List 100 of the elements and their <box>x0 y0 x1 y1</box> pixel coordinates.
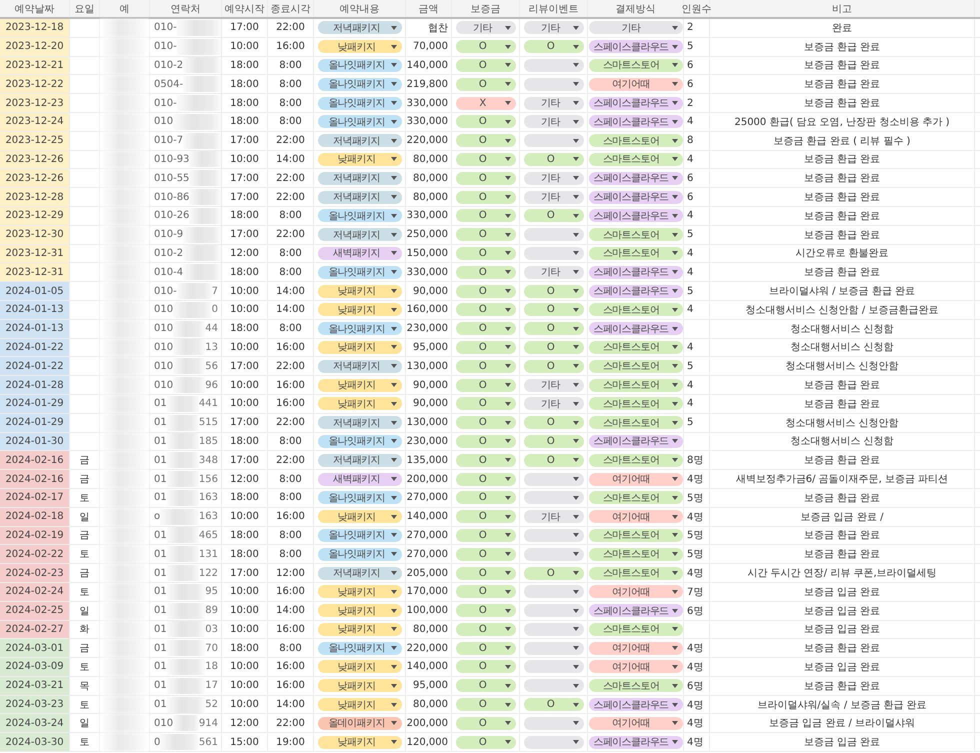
dropdown-chip[interactable]: 스페이스클라우드 <box>588 40 682 54</box>
dropdown-chip[interactable]: 저녁패키지 <box>318 134 402 148</box>
dropdown-chip[interactable]: O <box>456 679 516 692</box>
dropdown-chip[interactable]: 스마트스토어 <box>588 548 682 561</box>
dropdown-chip[interactable]: 기타 <box>524 397 584 410</box>
dropdown-chip[interactable]: 여기어때 <box>588 585 682 598</box>
dropdown-chip[interactable]: O <box>524 454 584 467</box>
dropdown-chip[interactable]: O <box>456 322 516 336</box>
dropdown-chip[interactable]: O <box>456 152 516 166</box>
dropdown-chip[interactable]: O <box>456 491 516 504</box>
dropdown-chip[interactable]: O <box>456 209 516 222</box>
dropdown-chip[interactable]: 기타 <box>588 21 682 34</box>
dropdown-chip[interactable]: O <box>524 566 584 580</box>
dropdown-chip[interactable]: 올나잇패키지 <box>318 548 402 561</box>
dropdown-chip[interactable]: O <box>456 528 516 542</box>
dropdown-chip[interactable]: 저녁패키지 <box>318 454 402 467</box>
dropdown-chip[interactable]: O <box>456 40 516 54</box>
dropdown-chip[interactable]: 스마트스토어 <box>588 360 682 373</box>
dropdown-chip[interactable]: 올나잇패키지 <box>318 322 402 336</box>
dropdown-chip[interactable]: O <box>524 322 584 336</box>
dropdown-chip[interactable]: O <box>524 209 584 222</box>
dropdown-chip[interactable] <box>524 716 584 730</box>
dropdown-chip[interactable]: 저녁패키지 <box>318 190 402 204</box>
dropdown-chip[interactable] <box>524 622 584 636</box>
dropdown-chip[interactable]: 스페이스클라우드 <box>588 604 682 618</box>
dropdown-chip[interactable]: 낮패키지 <box>318 736 402 749</box>
dropdown-chip[interactable]: 여기어때 <box>588 510 682 524</box>
dropdown-chip[interactable]: O <box>456 228 516 242</box>
dropdown-chip[interactable]: 스페이스클라우드 <box>588 172 682 185</box>
dropdown-chip[interactable]: O <box>524 698 584 712</box>
dropdown-chip[interactable]: O <box>456 566 516 580</box>
dropdown-chip[interactable]: O <box>456 660 516 674</box>
dropdown-chip[interactable]: 스페이스클라우드 <box>588 209 682 222</box>
dropdown-chip[interactable]: 스마트스토어 <box>588 152 682 166</box>
dropdown-chip[interactable]: 스페이스클라우드 <box>588 322 682 336</box>
dropdown-chip[interactable]: 올나잇패키지 <box>318 434 402 448</box>
dropdown-chip[interactable]: 기타 <box>524 190 584 204</box>
dropdown-chip[interactable]: O <box>456 58 516 72</box>
dropdown-chip[interactable]: O <box>456 378 516 392</box>
dropdown-chip[interactable]: O <box>456 360 516 373</box>
dropdown-chip[interactable]: 여기어때 <box>588 642 682 655</box>
dropdown-chip[interactable] <box>524 548 584 561</box>
dropdown-chip[interactable]: 스페이스클라우드 <box>588 96 682 110</box>
dropdown-chip[interactable]: 올데이패키지 <box>318 716 402 730</box>
dropdown-chip[interactable]: O <box>456 134 516 148</box>
dropdown-chip[interactable]: O <box>524 360 584 373</box>
dropdown-chip[interactable]: 스마트스토어 <box>588 228 682 242</box>
dropdown-chip[interactable]: 스마트스토어 <box>588 246 682 260</box>
dropdown-chip[interactable]: 기타 <box>456 21 516 34</box>
dropdown-chip[interactable] <box>524 472 584 486</box>
dropdown-chip[interactable]: 올나잇패키지 <box>318 642 402 655</box>
dropdown-chip[interactable]: 스마트스토어 <box>588 454 682 467</box>
dropdown-chip[interactable]: 낮패키지 <box>318 284 402 298</box>
dropdown-chip[interactable] <box>524 679 584 692</box>
dropdown-chip[interactable] <box>524 642 584 655</box>
dropdown-chip[interactable]: 올나잇패키지 <box>318 528 402 542</box>
dropdown-chip[interactable]: 여기어때 <box>588 716 682 730</box>
dropdown-chip[interactable]: O <box>456 698 516 712</box>
dropdown-chip[interactable]: 스마트스토어 <box>588 491 682 504</box>
dropdown-chip[interactable]: 기타 <box>524 266 584 279</box>
dropdown-chip[interactable]: 기타 <box>524 21 584 34</box>
dropdown-chip[interactable] <box>524 604 584 618</box>
dropdown-chip[interactable]: O <box>456 736 516 749</box>
dropdown-chip[interactable]: O <box>524 434 584 448</box>
dropdown-chip[interactable]: 저녁패키지 <box>318 566 402 580</box>
dropdown-chip[interactable]: 낮패키지 <box>318 510 402 524</box>
dropdown-chip[interactable]: X <box>456 96 516 110</box>
dropdown-chip[interactable]: 낮패키지 <box>318 397 402 410</box>
dropdown-chip[interactable]: 저녁패키지 <box>318 360 402 373</box>
dropdown-chip[interactable]: 낮패키지 <box>318 585 402 598</box>
dropdown-chip[interactable]: 스마트스토어 <box>588 679 682 692</box>
dropdown-chip[interactable]: 낮패키지 <box>318 698 402 712</box>
dropdown-chip[interactable]: O <box>524 340 584 354</box>
dropdown-chip[interactable]: O <box>456 397 516 410</box>
dropdown-chip[interactable]: 올나잇패키지 <box>318 266 402 279</box>
dropdown-chip[interactable]: O <box>524 416 584 430</box>
dropdown-chip[interactable]: 스페이스클라우드 <box>588 190 682 204</box>
dropdown-chip[interactable] <box>524 660 584 674</box>
dropdown-chip[interactable]: 스페이스클라우드 <box>588 115 682 128</box>
dropdown-chip[interactable]: 저녁패키지 <box>318 416 402 430</box>
dropdown-chip[interactable]: 스페이스클라우드 <box>588 736 682 749</box>
dropdown-chip[interactable] <box>524 246 584 260</box>
dropdown-chip[interactable]: 낮패키지 <box>318 303 402 316</box>
dropdown-chip[interactable]: 스마트스토어 <box>588 340 682 354</box>
dropdown-chip[interactable]: O <box>524 303 584 316</box>
dropdown-chip[interactable]: 여기어때 <box>588 78 682 91</box>
dropdown-chip[interactable]: 스마트스토어 <box>588 397 682 410</box>
dropdown-chip[interactable] <box>524 228 584 242</box>
dropdown-chip[interactable]: 낮패키지 <box>318 152 402 166</box>
dropdown-chip[interactable]: O <box>456 303 516 316</box>
dropdown-chip[interactable]: 기타 <box>524 96 584 110</box>
dropdown-chip[interactable]: 스페이스클라우드 <box>588 434 682 448</box>
dropdown-chip[interactable]: 스마트스토어 <box>588 303 682 316</box>
dropdown-chip[interactable]: 올나잇패키지 <box>318 209 402 222</box>
dropdown-chip[interactable]: 스마트스토어 <box>588 566 682 580</box>
dropdown-chip[interactable]: 스페이스클라우드 <box>588 698 682 712</box>
dropdown-chip[interactable]: O <box>456 284 516 298</box>
dropdown-chip[interactable] <box>524 58 584 72</box>
dropdown-chip[interactable] <box>524 736 584 749</box>
dropdown-chip[interactable]: O <box>456 190 516 204</box>
